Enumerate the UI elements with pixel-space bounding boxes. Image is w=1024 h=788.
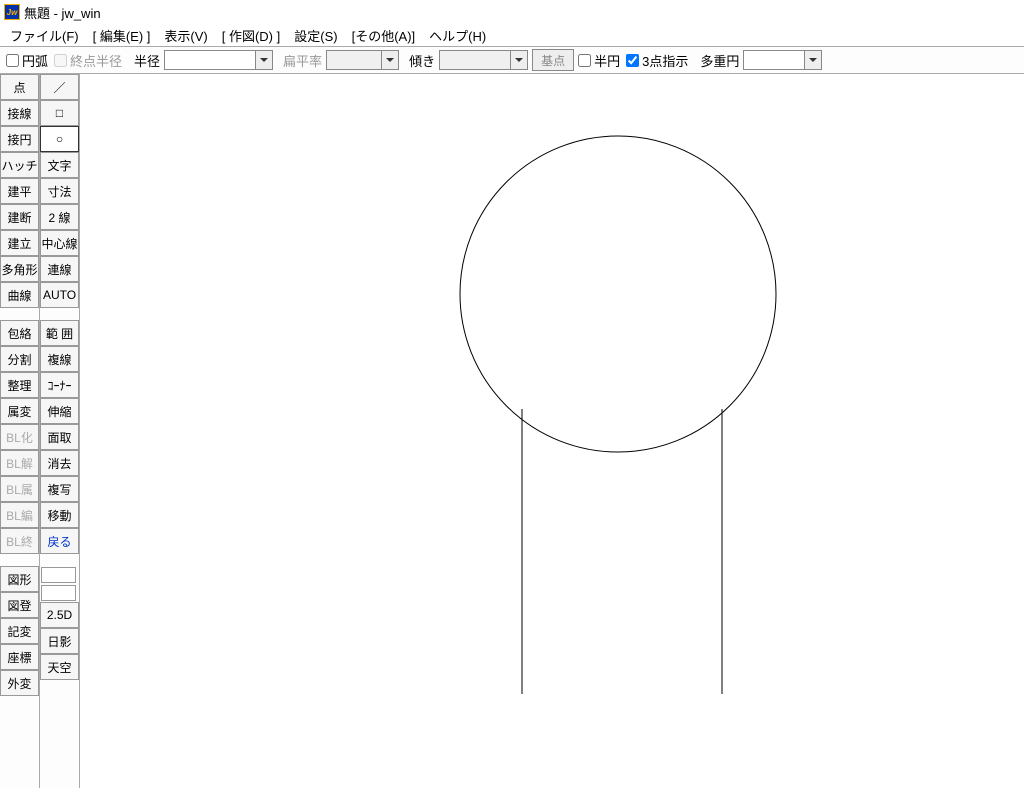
tool-面取[interactable]: 面取: [40, 424, 79, 450]
dropdown-icon: [511, 50, 528, 70]
menu-other[interactable]: [その他(A)]: [346, 24, 422, 47]
tool-中心線[interactable]: 中心線: [40, 230, 79, 256]
drawing-canvas[interactable]: [80, 74, 1024, 788]
tilt-input: [439, 50, 511, 70]
menu-draw[interactable]: [ 作図(D) ]: [216, 24, 287, 47]
shape-input-1[interactable]: [41, 567, 76, 583]
menu-help[interactable]: ヘルプ(H): [423, 24, 492, 47]
tool-戻る[interactable]: 戻る: [40, 528, 79, 554]
tool-消去[interactable]: 消去: [40, 450, 79, 476]
multi-circle-label: 多重円: [700, 51, 739, 70]
tool-曲線[interactable]: 曲線: [0, 282, 39, 308]
tool-点[interactable]: 点: [0, 74, 39, 100]
tool-記変[interactable]: 記変: [0, 618, 39, 644]
radius-input: [164, 50, 256, 70]
tool-BL終: BL終: [0, 528, 39, 554]
end-radius-checkbox: 終点半径: [54, 51, 122, 70]
tool-／[interactable]: ／: [40, 74, 79, 100]
shape-input-2[interactable]: [41, 585, 76, 601]
tool-座標[interactable]: 座標: [0, 644, 39, 670]
tool-天空[interactable]: 天空: [40, 654, 79, 680]
tool-寸法[interactable]: 寸法: [40, 178, 79, 204]
tool-ハッチ[interactable]: ハッチ: [0, 152, 39, 178]
dropdown-icon[interactable]: [805, 50, 822, 70]
dropdown-icon[interactable]: [256, 50, 273, 70]
tool-○[interactable]: ○: [40, 126, 79, 152]
tool-建断[interactable]: 建断: [0, 204, 39, 230]
tool-包絡[interactable]: 包絡: [0, 320, 39, 346]
flatness-input: [326, 50, 382, 70]
tool-日影[interactable]: 日影: [40, 628, 79, 654]
dropdown-icon: [382, 50, 399, 70]
title-bar: 無題 - jw_win: [0, 0, 1024, 24]
tool-2.5D[interactable]: 2.5D: [40, 602, 79, 628]
radius-label: 半径: [134, 51, 160, 70]
tool-BL化: BL化: [0, 424, 39, 450]
tool-文字[interactable]: 文字: [40, 152, 79, 178]
tool-□[interactable]: □: [40, 100, 79, 126]
tilt-dropdown: [439, 50, 528, 70]
tool-BL解: BL解: [0, 450, 39, 476]
tool-分割[interactable]: 分割: [0, 346, 39, 372]
tool-建平[interactable]: 建平: [0, 178, 39, 204]
menu-settings[interactable]: 設定(S): [288, 24, 343, 47]
tool-複写[interactable]: 複写: [40, 476, 79, 502]
tool-連線[interactable]: 連線: [40, 256, 79, 282]
tool-複線[interactable]: 複線: [40, 346, 79, 372]
options-bar: 円弧 終点半径 半径 扁平率 傾き 基点 半円 3点指示 多重円: [0, 46, 1024, 74]
tool-範 囲[interactable]: 範 囲: [40, 320, 79, 346]
tool-多角形[interactable]: 多角形: [0, 256, 39, 282]
tool-2 線[interactable]: 2 線: [40, 204, 79, 230]
tool-外変[interactable]: 外変: [0, 670, 39, 696]
multi-circle-input: [743, 50, 805, 70]
menu-view[interactable]: 表示(V): [158, 24, 213, 47]
window-title: 無題 - jw_win: [24, 3, 101, 22]
tool-BL属: BL属: [0, 476, 39, 502]
three-point-checkbox[interactable]: 3点指示: [626, 51, 688, 70]
half-circle-checkbox[interactable]: 半円: [578, 51, 620, 70]
tool-伸縮[interactable]: 伸縮: [40, 398, 79, 424]
tool-属変[interactable]: 属変: [0, 398, 39, 424]
tool-建立[interactable]: 建立: [0, 230, 39, 256]
left-toolbar-1: 点接線接円ハッチ建平建断建立多角形曲線包絡分割整理属変BL化BL解BL属BL編B…: [0, 74, 40, 788]
menu-edit[interactable]: [ 編集(E) ]: [87, 24, 157, 47]
tool-BL編: BL編: [0, 502, 39, 528]
tool-図登[interactable]: 図登: [0, 592, 39, 618]
tilt-label: 傾き: [409, 51, 435, 70]
flatness-label: 扁平率: [283, 51, 322, 70]
tool-整理[interactable]: 整理: [0, 372, 39, 398]
tool-図形[interactable]: 図形: [0, 566, 39, 592]
menu-file[interactable]: ファイル(F): [4, 24, 85, 47]
left-toolbar-2: ／□○文字寸法2 線中心線連線AUTO 範 囲複線ｺｰﾅｰ伸縮面取消去複写移動戻る…: [40, 74, 80, 788]
main-area: 点接線接円ハッチ建平建断建立多角形曲線包絡分割整理属変BL化BL解BL属BL編B…: [0, 74, 1024, 788]
arc-checkbox[interactable]: 円弧: [6, 51, 48, 70]
radius-dropdown[interactable]: [164, 50, 273, 70]
tool-移動[interactable]: 移動: [40, 502, 79, 528]
tool-ｺｰﾅｰ[interactable]: ｺｰﾅｰ: [40, 372, 79, 398]
tool-AUTO[interactable]: AUTO: [40, 282, 79, 308]
tool-接円[interactable]: 接円: [0, 126, 39, 152]
app-icon: [4, 4, 20, 20]
menu-bar: ファイル(F) [ 編集(E) ] 表示(V) [ 作図(D) ] 設定(S) …: [0, 24, 1024, 46]
tool-接線[interactable]: 接線: [0, 100, 39, 126]
multi-circle-dropdown[interactable]: [743, 50, 822, 70]
flatness-dropdown: [326, 50, 399, 70]
basepoint-button[interactable]: 基点: [532, 49, 574, 71]
